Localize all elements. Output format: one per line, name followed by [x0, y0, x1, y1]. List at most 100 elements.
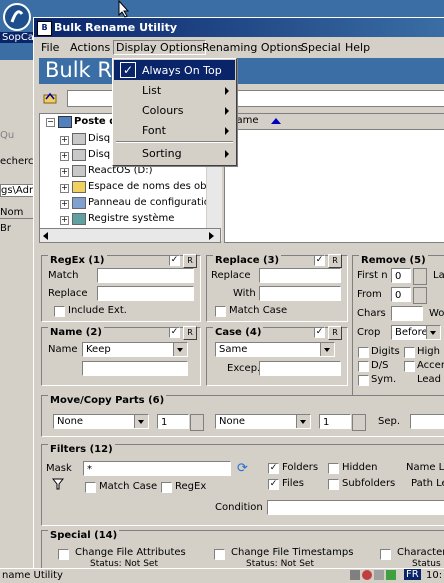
- expand-icon[interactable]: +: [60, 216, 69, 225]
- character-translations-checkbox[interactable]: [380, 549, 391, 560]
- remove-title: Remove (5): [359, 255, 428, 266]
- mask-input[interactable]: *: [83, 461, 231, 476]
- files-checkbox[interactable]: ✓: [268, 479, 279, 490]
- regex-match-label: Match: [48, 270, 79, 281]
- subfolders-checkbox[interactable]: [328, 479, 339, 490]
- scroll-right-icon[interactable]: [209, 232, 214, 240]
- name-input[interactable]: [82, 361, 188, 376]
- sep-input[interactable]: [410, 414, 444, 429]
- movecopy-count-2[interactable]: 1: [319, 414, 351, 429]
- refresh-icon[interactable]: ⟳: [237, 461, 251, 476]
- menu-special[interactable]: Special: [301, 41, 341, 54]
- from-input[interactable]: 0: [391, 287, 411, 302]
- movecopy-spinner-2[interactable]: [352, 414, 366, 431]
- app-icon: B: [37, 21, 52, 36]
- case-reset-button[interactable]: R: [328, 326, 342, 340]
- with-input[interactable]: [259, 286, 341, 301]
- replace-reset-button[interactable]: R: [328, 254, 342, 268]
- case-select[interactable]: Same: [215, 342, 335, 357]
- folders-label: Folders: [282, 462, 319, 473]
- tree-item[interactable]: Espace de noms des objet: [88, 181, 219, 192]
- movecopy-spinner-1[interactable]: [190, 414, 204, 431]
- expand-icon[interactable]: +: [60, 184, 69, 193]
- first-n-spinner[interactable]: [413, 268, 427, 285]
- sym-checkbox[interactable]: [358, 375, 369, 386]
- chars-input[interactable]: [391, 306, 423, 321]
- menu-renaming-options[interactable]: Renaming Options: [202, 41, 303, 54]
- tree-item[interactable]: Disq: [88, 149, 110, 160]
- from-spinner[interactable]: [413, 287, 427, 304]
- scroll-left-icon[interactable]: [43, 232, 48, 240]
- expand-icon[interactable]: +: [60, 200, 69, 209]
- menu-display-options[interactable]: Display Options: [113, 40, 206, 55]
- ds-checkbox[interactable]: [358, 361, 369, 372]
- change-attributes-checkbox[interactable]: [58, 549, 69, 560]
- condition-input[interactable]: [267, 500, 444, 515]
- movecopy-count-1[interactable]: 1: [157, 414, 189, 429]
- tree-item[interactable]: ReactOS (D:): [88, 165, 152, 176]
- menu-item-always-on-top[interactable]: ✓ Always On Top: [114, 60, 235, 80]
- hidden-label: Hidden: [342, 462, 378, 473]
- change-timestamps-checkbox[interactable]: [214, 549, 225, 560]
- tray-icon-2[interactable]: [362, 570, 372, 580]
- file-list[interactable]: Name: [224, 113, 444, 243]
- include-ext-checkbox[interactable]: [54, 306, 65, 317]
- regex-match-input[interactable]: [97, 268, 194, 283]
- regex-reset-button[interactable]: R: [183, 254, 197, 268]
- crop-select[interactable]: Before: [391, 325, 441, 340]
- tree-root-label[interactable]: Poste d: [74, 116, 116, 127]
- name-reset-button[interactable]: R: [183, 326, 197, 340]
- name-title: Name (2): [48, 327, 104, 338]
- accents-checkbox[interactable]: [404, 361, 415, 372]
- regex-replace-input[interactable]: [97, 286, 194, 301]
- language-indicator[interactable]: FR: [404, 569, 421, 580]
- menu-item-colours[interactable]: Colours: [114, 100, 235, 120]
- digits-checkbox[interactable]: [358, 347, 369, 358]
- menu-item-font[interactable]: Font: [114, 120, 235, 140]
- regex-enable-checkbox[interactable]: ✓: [169, 255, 180, 266]
- taskbar-app-button[interactable]: name Utility: [2, 570, 63, 581]
- filter-regex-checkbox[interactable]: [161, 482, 172, 493]
- sopcast-desktop-icon[interactable]: [2, 2, 32, 32]
- replace-match-case-label: Match Case: [229, 305, 288, 316]
- tree-item[interactable]: Registre système: [88, 213, 174, 224]
- hidden-checkbox[interactable]: [328, 463, 339, 474]
- replace-enable-checkbox[interactable]: ✓: [314, 255, 325, 266]
- folders-checkbox[interactable]: ✓: [268, 463, 279, 474]
- tray-icon-3[interactable]: [374, 570, 384, 580]
- name-select[interactable]: Keep: [82, 342, 188, 357]
- tree-horizontal-scrollbar[interactable]: [39, 228, 221, 243]
- up-folder-icon[interactable]: [43, 91, 57, 104]
- tree-item[interactable]: Disq: [88, 133, 110, 144]
- tree-item[interactable]: Panneau de configuration: [88, 197, 216, 208]
- control-panel-icon: [72, 197, 86, 209]
- name-enable-checkbox[interactable]: ✓: [169, 327, 180, 338]
- menu-item-list[interactable]: List: [114, 80, 235, 100]
- first-n-input[interactable]: 0: [391, 268, 411, 283]
- tray-icon-4[interactable]: [386, 570, 396, 580]
- expand-icon[interactable]: +: [60, 152, 69, 161]
- movecopy-select-1[interactable]: None: [53, 414, 149, 429]
- menu-actions[interactable]: Actions: [70, 41, 110, 54]
- case-enable-checkbox[interactable]: ✓: [314, 327, 325, 338]
- high-checkbox[interactable]: [404, 347, 415, 358]
- menu-item-sorting[interactable]: Sorting: [114, 143, 235, 163]
- sort-ascending-icon: [271, 118, 281, 124]
- replace-input[interactable]: [259, 268, 341, 283]
- filter-icon[interactable]: [51, 478, 65, 490]
- expand-icon[interactable]: +: [60, 168, 69, 177]
- collapse-icon[interactable]: −: [46, 118, 55, 127]
- menu-file[interactable]: File: [41, 41, 59, 54]
- excep-input[interactable]: [259, 361, 341, 376]
- menu-help[interactable]: Help: [345, 41, 370, 54]
- tray-icon-1[interactable]: [350, 570, 360, 580]
- movecopy-select-2[interactable]: None: [215, 414, 311, 429]
- expand-icon[interactable]: +: [60, 136, 69, 145]
- digits-label: Digits: [371, 346, 400, 357]
- filter-match-case-checkbox[interactable]: [85, 482, 96, 493]
- special-title: Special (14): [48, 530, 120, 541]
- replace-match-case-checkbox[interactable]: [215, 306, 226, 317]
- name-column-header[interactable]: Name: [225, 114, 444, 130]
- include-ext-label: Include Ext.: [68, 305, 127, 316]
- title-bar[interactable]: B Bulk Rename Utility: [34, 18, 444, 37]
